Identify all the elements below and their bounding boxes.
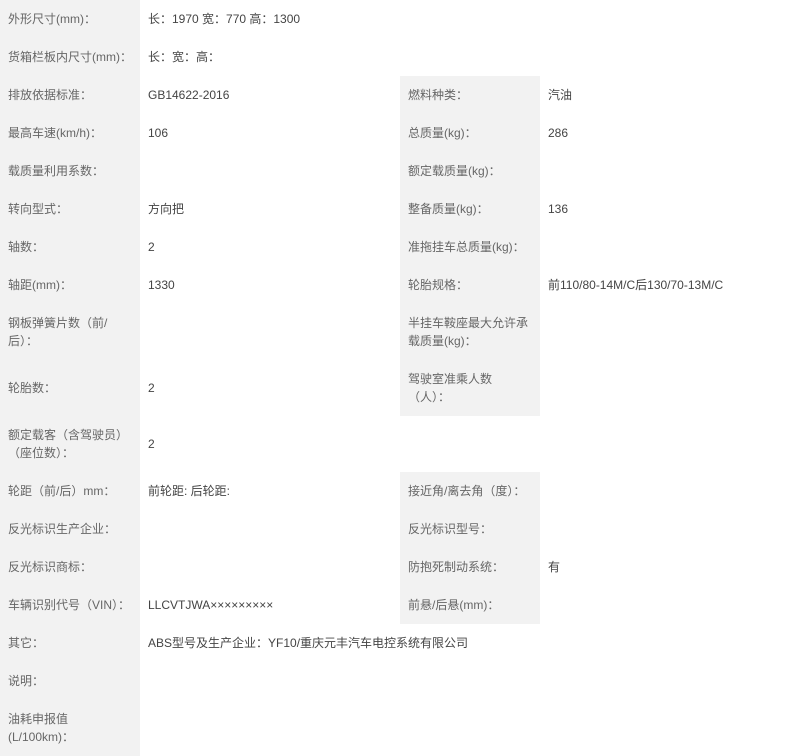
spec-label: 油耗申报值(L/100km)： xyxy=(0,700,140,756)
spec-label: 其它： xyxy=(0,624,140,662)
spec-label: 准拖挂车总质量(kg)： xyxy=(400,228,540,266)
spec-value xyxy=(540,152,800,190)
spec-label: 反光标识型号： xyxy=(400,510,540,548)
spec-label: 轮胎规格： xyxy=(400,266,540,304)
spec-label: 轴数： xyxy=(0,228,140,266)
table-row: 反光标识商标： 防抱死制动系统：有 xyxy=(0,548,800,586)
spec-label: 转向型式： xyxy=(0,190,140,228)
spec-value xyxy=(540,510,800,548)
spec-label: 反光标识生产企业： xyxy=(0,510,140,548)
spec-value: 2 xyxy=(140,360,400,416)
spec-value: 有 xyxy=(540,548,800,586)
spec-value: 286 xyxy=(540,114,800,152)
spec-value xyxy=(140,510,400,548)
table-row: 车辆识别代号（VIN）：LLCVTJWA×××××××××前悬/后悬(mm)： xyxy=(0,586,800,624)
table-row: 载质量利用系数： 额定载质量(kg)： xyxy=(0,152,800,190)
table-row: 货箱栏板内尺寸(mm)：长：宽：高： xyxy=(0,38,800,76)
spec-value: ABS型号及生产企业：YF10/重庆元丰汽车电控系统有限公司 xyxy=(140,624,800,662)
spec-label: 说明： xyxy=(0,662,140,700)
spec-label: 驾驶室准乘人数（人）： xyxy=(400,360,540,416)
spec-value xyxy=(140,700,800,756)
spec-value: 136 xyxy=(540,190,800,228)
spec-value: 2 xyxy=(140,228,400,266)
spec-label: 半挂车鞍座最大允许承载质量(kg)： xyxy=(400,304,540,360)
spec-value: LLCVTJWA××××××××× xyxy=(140,586,400,624)
spec-value xyxy=(540,304,800,360)
table-row: 最高车速(km/h)：106总质量(kg)：286 xyxy=(0,114,800,152)
spec-label: 防抱死制动系统： xyxy=(400,548,540,586)
table-row: 轮胎数：2驾驶室准乘人数（人）： xyxy=(0,360,800,416)
spec-value xyxy=(540,472,800,510)
spec-label: 前悬/后悬(mm)： xyxy=(400,586,540,624)
spec-label: 钢板弹簧片数（前/后）： xyxy=(0,304,140,360)
spec-label: 排放依据标准： xyxy=(0,76,140,114)
spec-label: 最高车速(km/h)： xyxy=(0,114,140,152)
table-row: 排放依据标准：GB14622-2016燃料种类：汽油 xyxy=(0,76,800,114)
spec-label: 反光标识商标： xyxy=(0,548,140,586)
spec-value: 前轮距: 后轮距: xyxy=(140,472,400,510)
spec-label: 车辆识别代号（VIN）： xyxy=(0,586,140,624)
spec-value xyxy=(140,304,400,360)
table-row: 油耗申报值(L/100km)： xyxy=(0,700,800,756)
spec-label: 外形尺寸(mm)： xyxy=(0,0,140,38)
table-row: 额定载客（含驾驶员）（座位数）：2 xyxy=(0,416,800,472)
spec-value xyxy=(540,586,800,624)
spec-label: 总质量(kg)： xyxy=(400,114,540,152)
spec-value: 106 xyxy=(140,114,400,152)
spec-value: 汽油 xyxy=(540,76,800,114)
table-row: 轴数：2准拖挂车总质量(kg)： xyxy=(0,228,800,266)
spec-label: 轴距(mm)： xyxy=(0,266,140,304)
spec-label: 额定载客（含驾驶员）（座位数）： xyxy=(0,416,140,472)
spec-label: 轮胎数： xyxy=(0,360,140,416)
spec-value xyxy=(140,152,400,190)
spec-label: 额定载质量(kg)： xyxy=(400,152,540,190)
table-row: 轴距(mm)：1330轮胎规格：前110/80-14M/C后130/70-13M… xyxy=(0,266,800,304)
spec-value xyxy=(140,662,800,700)
table-row: 转向型式：方向把整备质量(kg)：136 xyxy=(0,190,800,228)
table-row: 反光标识生产企业： 反光标识型号： xyxy=(0,510,800,548)
table-row: 说明： xyxy=(0,662,800,700)
spec-value xyxy=(140,548,400,586)
table-row: 外形尺寸(mm)：长：1970 宽：770 高：1300 xyxy=(0,0,800,38)
spec-label: 接近角/离去角（度）： xyxy=(400,472,540,510)
table-row: 轮距（前/后）mm：前轮距: 后轮距:接近角/离去角（度）： xyxy=(0,472,800,510)
spec-label: 载质量利用系数： xyxy=(0,152,140,190)
spec-label: 货箱栏板内尺寸(mm)： xyxy=(0,38,140,76)
spec-label: 轮距（前/后）mm： xyxy=(0,472,140,510)
spec-value: GB14622-2016 xyxy=(140,76,400,114)
spec-value: 长：1970 宽：770 高：1300 xyxy=(140,0,800,38)
spec-label: 燃料种类： xyxy=(400,76,540,114)
spec-label: 整备质量(kg)： xyxy=(400,190,540,228)
spec-value: 2 xyxy=(140,416,800,472)
spec-value: 方向把 xyxy=(140,190,400,228)
spec-table: 外形尺寸(mm)：长：1970 宽：770 高：1300货箱栏板内尺寸(mm)：… xyxy=(0,0,800,756)
table-row: 钢板弹簧片数（前/后）： 半挂车鞍座最大允许承载质量(kg)： xyxy=(0,304,800,360)
spec-value: 前110/80-14M/C后130/70-13M/C xyxy=(540,266,800,304)
spec-value xyxy=(540,228,800,266)
table-row: 其它：ABS型号及生产企业：YF10/重庆元丰汽车电控系统有限公司 xyxy=(0,624,800,662)
spec-value: 长：宽：高： xyxy=(140,38,800,76)
spec-value: 1330 xyxy=(140,266,400,304)
spec-value xyxy=(540,360,800,416)
